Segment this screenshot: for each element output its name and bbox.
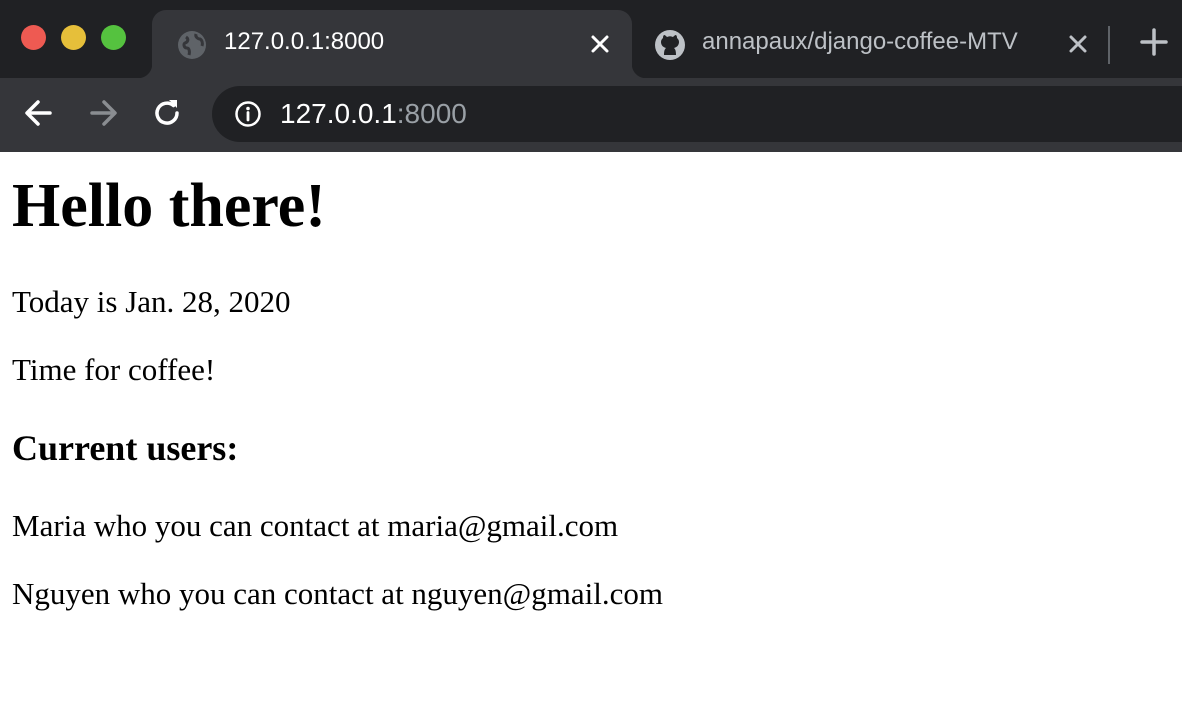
url-host: 127.0.0.1 (280, 98, 397, 129)
tab-title: 127.0.0.1:8000 (224, 28, 385, 55)
tab-localhost[interactable]: 127.0.0.1:8000 (138, 10, 646, 78)
url-port: :8000 (396, 98, 467, 129)
new-tab-icon[interactable] (1140, 28, 1168, 56)
page-heading: Hello there! (12, 172, 326, 240)
date-line: Today is Jan. 28, 2020 (12, 284, 291, 319)
tab-github[interactable]: annapaux/django-coffee-MTV (640, 10, 1100, 78)
address-bar[interactable]: 127.0.0.1:8000 (212, 86, 1182, 142)
browser-toolbar: 127.0.0.1:8000 (0, 78, 1182, 152)
reload-icon[interactable] (150, 96, 184, 130)
window-zoom-button[interactable] (101, 25, 126, 50)
globe-icon (178, 31, 206, 59)
window-minimize-button[interactable] (61, 25, 86, 50)
tab-strip: 127.0.0.1:8000 annapaux/django-coffee-MT… (0, 0, 1182, 78)
user-item: Nguyen who you can contact at nguyen@gma… (12, 576, 663, 611)
users-heading: Current users: (12, 428, 239, 468)
tab-divider (1108, 26, 1110, 64)
window-close-button[interactable] (21, 25, 46, 50)
back-arrow-icon[interactable] (22, 96, 56, 130)
info-icon[interactable] (234, 100, 262, 128)
user-item: Maria who you can contact at maria@gmail… (12, 508, 619, 543)
forward-arrow-icon[interactable] (86, 96, 120, 130)
coffee-message: Time for coffee! (12, 352, 216, 387)
close-tab-icon[interactable] (1066, 32, 1090, 56)
close-tab-icon[interactable] (588, 32, 612, 56)
tab-title: annapaux/django-coffee-MTV (702, 28, 1018, 55)
browser-chrome: 127.0.0.1:8000 annapaux/django-coffee-MT… (0, 0, 1182, 152)
url-text: 127.0.0.1:8000 (280, 98, 467, 130)
github-icon (655, 30, 685, 60)
